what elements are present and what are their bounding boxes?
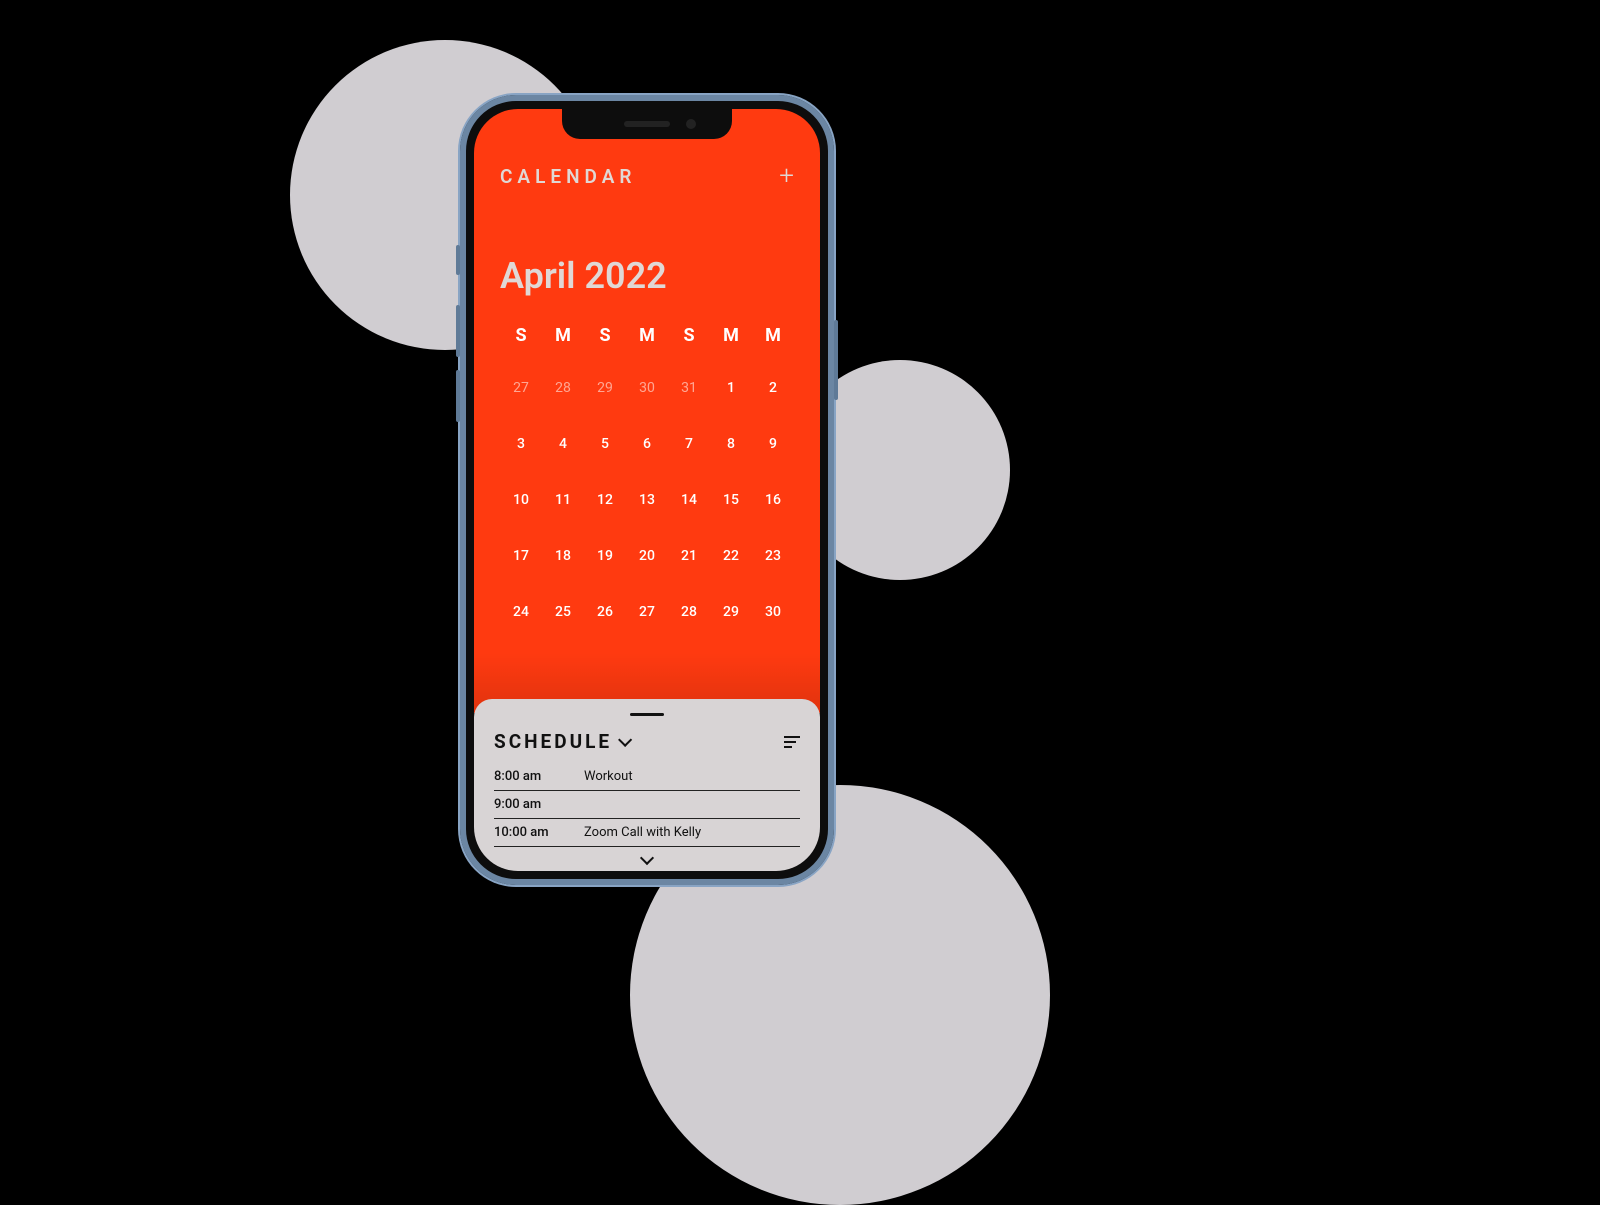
- date-cell[interactable]: 18: [542, 542, 584, 570]
- add-event-button[interactable]: +: [779, 161, 794, 191]
- date-cell[interactable]: 5: [584, 430, 626, 458]
- date-cell[interactable]: 25: [542, 598, 584, 626]
- phone-frame: CALENDAR + April 2022 SMSMSMM 2728293031…: [460, 95, 834, 885]
- date-cell[interactable]: 22: [710, 542, 752, 570]
- date-cell[interactable]: 16: [752, 486, 794, 514]
- date-cell[interactable]: 6: [626, 430, 668, 458]
- weekday-label: M: [710, 325, 752, 346]
- schedule-row[interactable]: 8:00 am Workout: [494, 763, 800, 791]
- date-cell[interactable]: 28: [542, 374, 584, 402]
- chevron-down-icon: [640, 851, 654, 865]
- date-cell[interactable]: 31: [668, 374, 710, 402]
- month-title: April 2022: [500, 255, 794, 297]
- weekday-label: M: [542, 325, 584, 346]
- calendar-area: CALENDAR + April 2022 SMSMSMM 2728293031…: [474, 109, 820, 713]
- date-cell[interactable]: 12: [584, 486, 626, 514]
- app-title: CALENDAR: [500, 165, 636, 188]
- date-cell[interactable]: 8: [710, 430, 752, 458]
- date-cell[interactable]: 10: [500, 486, 542, 514]
- date-cell[interactable]: 29: [584, 374, 626, 402]
- date-cell[interactable]: 1: [710, 374, 752, 402]
- phone-power-button: [834, 320, 838, 400]
- date-cell[interactable]: 27: [626, 598, 668, 626]
- schedule-row[interactable]: 10:00 am Zoom Call with Kelly: [494, 819, 800, 847]
- schedule-time: 8:00 am: [494, 769, 556, 784]
- date-cell[interactable]: 30: [626, 374, 668, 402]
- date-cell[interactable]: 15: [710, 486, 752, 514]
- schedule-title-label: SCHEDULE: [494, 730, 612, 753]
- date-cell[interactable]: 20: [626, 542, 668, 570]
- date-cell[interactable]: 9: [752, 430, 794, 458]
- date-cell[interactable]: 7: [668, 430, 710, 458]
- date-cell[interactable]: 24: [500, 598, 542, 626]
- filter-button[interactable]: [784, 733, 800, 751]
- date-cell[interactable]: 27: [500, 374, 542, 402]
- weekday-label: M: [752, 325, 794, 346]
- weekday-label: S: [584, 325, 626, 346]
- schedule-row[interactable]: 9:00 am: [494, 791, 800, 819]
- date-cell[interactable]: 11: [542, 486, 584, 514]
- schedule-event: Workout: [584, 769, 633, 784]
- expand-schedule-button[interactable]: [494, 847, 800, 863]
- weekday-label: S: [668, 325, 710, 346]
- schedule-title-toggle[interactable]: SCHEDULE: [494, 730, 628, 753]
- schedule-time: 9:00 am: [494, 797, 556, 812]
- phone-notch: [562, 109, 732, 139]
- weekday-label: M: [626, 325, 668, 346]
- date-cell[interactable]: 17: [500, 542, 542, 570]
- date-cell[interactable]: 3: [500, 430, 542, 458]
- date-cell[interactable]: 26: [584, 598, 626, 626]
- date-cell[interactable]: 23: [752, 542, 794, 570]
- chevron-down-icon: [618, 732, 632, 746]
- phone-volume-down: [456, 370, 460, 422]
- schedule-panel: SCHEDULE 8:00 am Workout 9:00 am 10:00 am Zo…: [474, 699, 820, 871]
- phone-screen: CALENDAR + April 2022 SMSMSMM 2728293031…: [474, 109, 820, 871]
- date-cell[interactable]: 14: [668, 486, 710, 514]
- date-cell[interactable]: 28: [668, 598, 710, 626]
- weekday-row: SMSMSMM: [500, 325, 794, 346]
- drag-handle[interactable]: [630, 713, 664, 716]
- schedule-list: 8:00 am Workout 9:00 am 10:00 am Zoom Call w…: [494, 763, 800, 847]
- date-cell[interactable]: 30: [752, 598, 794, 626]
- date-grid: 2728293031123456789101112131415161718192…: [500, 374, 794, 626]
- date-cell[interactable]: 2: [752, 374, 794, 402]
- date-cell[interactable]: 4: [542, 430, 584, 458]
- schedule-time: 10:00 am: [494, 825, 556, 840]
- weekday-label: S: [500, 325, 542, 346]
- date-cell[interactable]: 21: [668, 542, 710, 570]
- date-cell[interactable]: 13: [626, 486, 668, 514]
- phone-silent-switch: [456, 245, 460, 275]
- date-cell[interactable]: 19: [584, 542, 626, 570]
- phone-volume-up: [456, 305, 460, 357]
- date-cell[interactable]: 29: [710, 598, 752, 626]
- schedule-event: Zoom Call with Kelly: [584, 825, 701, 840]
